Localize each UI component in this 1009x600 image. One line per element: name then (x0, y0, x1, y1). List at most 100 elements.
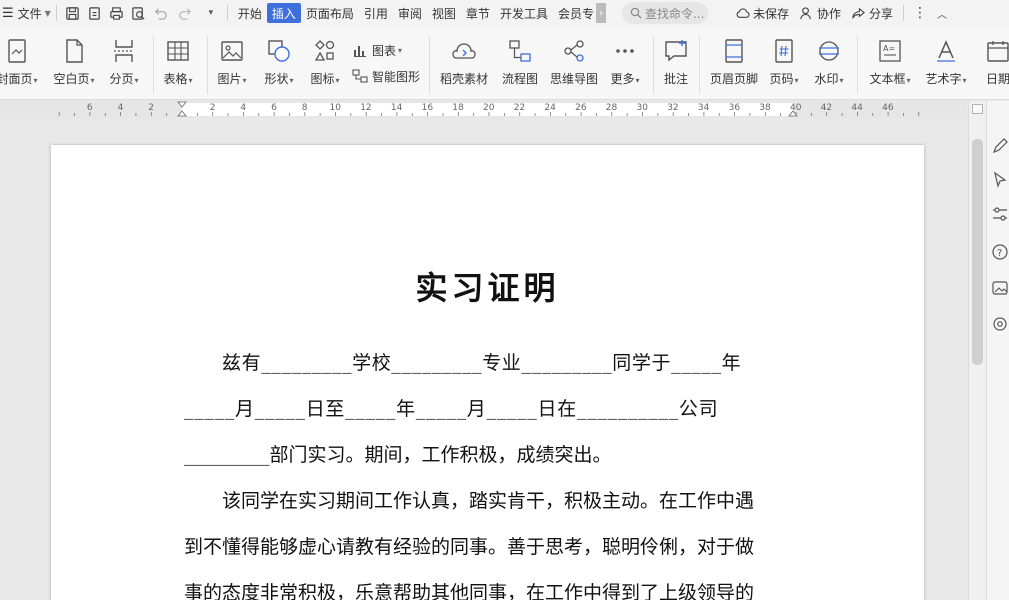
textbox-button[interactable]: A= 文本框▾ (864, 26, 916, 100)
table-button[interactable]: 表格▾ (158, 26, 198, 100)
paragraph-line: _________部门实习。期间，工作积极，成绩突出。 (184, 444, 612, 466)
tab-developer[interactable]: 开发工具 (495, 0, 553, 26)
ruler-label: 14 (390, 103, 403, 113)
customize-toolbar-icon[interactable]: ▾ (200, 0, 222, 26)
header-footer-icon (725, 39, 743, 63)
ruler-label: 46 (882, 103, 894, 113)
vertical-scrollbar[interactable] (968, 101, 986, 600)
unsaved-status[interactable]: 未保存 (735, 5, 789, 22)
ruler-label: 22 (513, 103, 526, 113)
comment-button[interactable]: 批注 (658, 26, 694, 100)
tab-view[interactable]: 视图 (427, 0, 461, 26)
ruler-label: 28 (605, 103, 618, 113)
ribbon-divider (653, 36, 654, 94)
print-icon[interactable] (106, 0, 128, 26)
save-icon[interactable] (62, 0, 84, 26)
icons-library-icon (314, 40, 335, 61)
export-pdf-icon[interactable] (84, 0, 106, 26)
tab-label: 章节 (465, 6, 490, 21)
tab-label: 视图 (431, 6, 456, 21)
cover-page-label: 封面页 (0, 72, 33, 86)
tab-label: 会员专 (557, 6, 594, 21)
material-icon (452, 43, 476, 59)
tab-review[interactable]: 审阅 (393, 0, 427, 26)
blank-page-button[interactable]: 空白页▾ (50, 26, 98, 100)
more-vertical-icon[interactable]: ⋮ (909, 0, 931, 26)
sliders-icon[interactable] (991, 205, 1009, 223)
horizontal-ruler[interactable]: 6 4 2 2 4 6 8 10 12 14 16 18 20 22 24 26 28 30 32 34 36 38 40 4… (0, 101, 966, 118)
wordart-icon (937, 40, 955, 62)
image-tool-icon[interactable] (991, 279, 1009, 297)
paragraph-line: 该同学在实习期间工作认真，踏实肯干，积极主动。在工作中遇 (222, 490, 755, 512)
search-command-input[interactable]: 查找命令... (621, 2, 708, 24)
page-number-icon (775, 39, 793, 63)
undo-icon[interactable] (150, 0, 172, 26)
svg-text:?: ? (997, 248, 1002, 259)
watermark-icon (819, 41, 839, 61)
calendar-icon (987, 41, 1009, 62)
settings-icon[interactable] (991, 315, 1009, 333)
tabs-scroll-right-icon[interactable]: › (595, 3, 606, 23)
ruler-label: 44 (851, 103, 863, 113)
svg-text:A=: A= (883, 44, 895, 53)
hamburger-icon: ☰ (2, 5, 14, 21)
print-preview-icon[interactable] (128, 0, 150, 26)
smartart-button[interactable]: 智能图形 (352, 66, 420, 86)
share-icon (852, 7, 866, 18)
ruler-label: 8 (301, 103, 308, 113)
tab-chapter[interactable]: 章节 (461, 0, 495, 26)
header-footer-button[interactable]: 页眉页脚 (706, 26, 762, 100)
indent-marker-icon[interactable] (177, 101, 187, 118)
more-label: 更多 (610, 72, 635, 86)
ruler-label: 2 (209, 103, 216, 113)
tab-home[interactable]: 开始 (233, 0, 267, 26)
help-icon[interactable]: ? (991, 243, 1009, 261)
chart-button[interactable]: 图表 ▾ (352, 40, 402, 60)
menu-bar: ☰ 文件 ▼ ▾ 开始 插入 页面布局 引用 审阅 视图 章节 开发工具 会员专… (0, 0, 1009, 26)
tab-references[interactable]: 引用 (359, 0, 393, 26)
right-indent-marker-icon[interactable] (788, 101, 798, 118)
material-label: 稻壳素材 (439, 72, 488, 86)
document-title: 实习证明 (415, 269, 560, 307)
file-menu[interactable]: ☰ 文件 ▼ (0, 0, 51, 26)
flowchart-button[interactable]: 流程图 (497, 26, 543, 100)
search-icon (630, 7, 642, 19)
material-button[interactable]: 稻壳素材 (436, 26, 492, 100)
mindmap-button[interactable]: 思维导图 (547, 26, 601, 100)
header-footer-label: 页眉页脚 (709, 72, 758, 86)
ribbon-divider (857, 36, 858, 94)
ruler-label: 24 (544, 103, 556, 113)
date-button[interactable]: 日期 (978, 26, 1009, 100)
cursor-icon[interactable] (991, 171, 1009, 189)
picture-icon (221, 41, 243, 61)
scroll-up-button[interactable] (972, 104, 983, 114)
wordart-button[interactable]: 艺术字▾ (920, 26, 972, 100)
tab-member[interactable]: 会员专 (553, 0, 594, 26)
share-button[interactable]: 分享 (851, 5, 893, 22)
more-dots-icon (616, 49, 634, 53)
pen-icon[interactable] (991, 137, 1009, 155)
divider (903, 5, 905, 21)
user-icon (800, 6, 811, 19)
ribbon-divider (153, 36, 154, 94)
redo-icon[interactable] (172, 0, 200, 26)
search-placeholder: 查找命令... (644, 6, 705, 21)
comment-icon (665, 40, 687, 62)
document-page[interactable]: 实习证明 兹有_________学校_________专业_________同学… (51, 145, 924, 600)
cover-page-button[interactable]: 封面页▾ (0, 26, 42, 100)
collaborate-button[interactable]: 协作 (799, 5, 841, 22)
collapse-ribbon-icon[interactable]: ︿ (931, 0, 953, 26)
page-break-button[interactable]: 分页▾ (104, 26, 144, 100)
page-number-button[interactable]: 页码▾ (765, 26, 803, 100)
scrollbar-thumb[interactable] (972, 139, 983, 365)
watermark-button[interactable]: 水印▾ (810, 26, 848, 100)
share-label: 分享 (869, 6, 894, 21)
shape-button[interactable]: 形状▾ (256, 26, 302, 100)
more-button[interactable]: 更多▾ (605, 26, 645, 100)
picture-button[interactable]: 图片▾ (212, 26, 252, 100)
tab-page-layout[interactable]: 页面布局 (301, 0, 359, 26)
ruler-label: 38 (759, 103, 771, 113)
cover-page-icon (8, 39, 26, 63)
tab-insert[interactable]: 插入 (266, 0, 301, 26)
icons-button[interactable]: 图标▾ (304, 26, 346, 100)
